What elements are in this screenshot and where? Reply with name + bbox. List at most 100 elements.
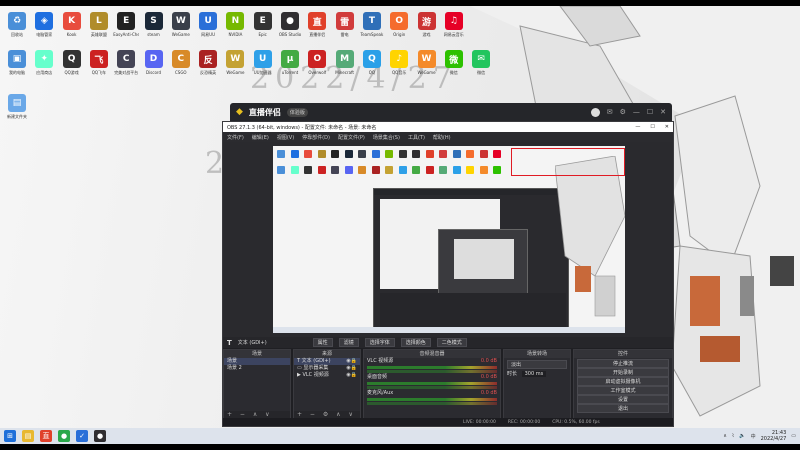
properties-button[interactable]: 属性 — [312, 338, 333, 347]
menu-view[interactable]: 视图(V) — [277, 134, 294, 141]
avatar[interactable] — [590, 107, 600, 117]
preview-icon — [412, 150, 420, 158]
obs-titlebar[interactable]: OBS 27.1.3 (64-bit, windows) - 配置文件: 未命名… — [223, 122, 673, 132]
settings-icon[interactable]: ⚙ — [620, 108, 626, 117]
desktop-icon[interactable]: ✦ 应用商店 — [31, 50, 57, 75]
filters-button[interactable]: 滤镜 — [338, 338, 359, 347]
desktop-icon[interactable]: ▣ 我的电脑 — [4, 50, 30, 75]
desktop-icon[interactable]: T TeamSpeak — [359, 12, 385, 37]
menu-tools[interactable]: 工具(T) — [408, 134, 425, 141]
windows-start-icon[interactable]: ⊞ — [4, 430, 16, 442]
obs-close-button[interactable]: ✕ — [665, 124, 669, 130]
desktop-icon[interactable]: W WeGame — [414, 50, 440, 75]
desktop-icon[interactable]: ▤ 新建文件夹 — [4, 94, 30, 119]
live-helper-header[interactable]: ◆ 直播伴侣 体验版 ✉ ⚙ — ☐ ✕ — [230, 103, 672, 121]
desktop-icon-label: TeamSpeak — [360, 32, 384, 37]
obs-maximize-button[interactable]: ☐ — [650, 124, 654, 130]
close-icon[interactable]: ✕ — [660, 108, 666, 117]
desktop-icon[interactable]: C 完美对战平台 — [113, 50, 139, 75]
maximize-icon[interactable]: ☐ — [647, 108, 653, 117]
desktop-icon[interactable]: 游游戏 — [414, 12, 440, 37]
scene-item[interactable]: 场景 2 — [224, 365, 290, 372]
menu-docks[interactable]: 停靠部件(D) — [302, 134, 330, 141]
volume-slider[interactable] — [367, 386, 497, 389]
stop-streaming-button[interactable]: 停止推流 — [577, 359, 669, 368]
menu-help[interactable]: 帮助(H) — [433, 134, 451, 141]
studio-mode-button[interactable]: 工作室模式 — [577, 386, 669, 395]
settings-button[interactable]: 设置 — [577, 395, 669, 404]
desktop-icon[interactable]: U 网易UU — [195, 12, 221, 37]
green-app-icon[interactable]: ● — [58, 430, 70, 442]
desktop-icon[interactable]: 雷雷电 — [332, 12, 358, 37]
desktop-icon[interactable]: E EasyAnti-Cheat — [113, 12, 139, 37]
desktop-icon[interactable]: 微微信 — [441, 50, 467, 75]
desktop-icon[interactable]: O Overwolf — [304, 50, 330, 75]
obs-title: OBS 27.1.3 (64-bit, windows) - 配置文件: 未命名… — [227, 124, 377, 131]
volume-icon[interactable]: 🔈 — [739, 433, 745, 439]
preview-canvas[interactable] — [273, 146, 625, 333]
check-app-icon[interactable]: ✓ — [76, 430, 88, 442]
source-item[interactable]: T 文本 (GDI+) ◉🔒 — [294, 358, 360, 365]
desktop-icon[interactable]: ◈ 电脑管家 — [31, 12, 57, 37]
desktop-icon-label: 我的电脑 — [9, 70, 25, 75]
clock[interactable]: 21:43 2022/4/27 — [761, 430, 787, 442]
network-icon[interactable]: ⌇ — [732, 433, 734, 439]
desktop-icon[interactable]: ● OBS Studio — [277, 12, 303, 37]
desktop-icon[interactable]: ♪ QQ音乐 — [386, 50, 412, 75]
outline-mode-button[interactable]: 二色模式 — [436, 338, 467, 347]
taskbar-apps: ⊞ ▤ 直 ● ✓ ● — [4, 430, 106, 442]
desktop-icon[interactable]: U UU加速器 — [250, 50, 276, 75]
desktop-icon[interactable]: C CSGO — [168, 50, 194, 75]
desktop-icon[interactable]: Q QQ游戏 — [59, 50, 85, 75]
source-item[interactable]: ▭ 显示器采集 ◉🔒 — [294, 365, 360, 372]
desktop-icon[interactable]: E Epic — [250, 12, 276, 37]
desktop-icon[interactable]: Q QQ — [359, 50, 385, 75]
desktop-icon[interactable]: 反反恐精英 — [195, 50, 221, 75]
desktop-icon-label: 应用商店 — [36, 70, 53, 75]
desktop-icon[interactable]: W WeGame — [222, 50, 248, 75]
volume-slider[interactable] — [367, 370, 497, 373]
desktop-icon[interactable]: ✉ 微信 — [468, 50, 494, 75]
menu-profile[interactable]: 配置文件(P) — [338, 134, 365, 141]
obs-icon[interactable]: ● — [94, 430, 106, 442]
live-helper-icon[interactable]: 直 — [40, 430, 52, 442]
desktop-icon[interactable]: M Minecraft — [332, 50, 358, 75]
select-color-button[interactable]: 选择颜色 — [400, 338, 431, 347]
rec-timer: REC: 00:00:00 — [507, 419, 541, 425]
transitions-dock: 场景转场 淡出 时长 300 ms — [503, 349, 571, 420]
message-icon[interactable]: ✉ — [607, 108, 613, 117]
source-item[interactable]: ▶ VLC 视频源 ◉🔒 — [294, 372, 360, 379]
desktop-icon[interactable]: μ uTorrent — [277, 50, 303, 75]
desktop-icon[interactable]: ♻ 回收站 — [4, 12, 30, 37]
desktop-icon[interactable]: O Origin — [386, 12, 412, 37]
notification-icon[interactable]: ▭ — [791, 433, 796, 439]
source-selection-box[interactable] — [511, 148, 625, 176]
desktop-icon[interactable]: Ssteam — [141, 12, 167, 37]
virtual-camera-button[interactable]: 启动虚拟摄像机 — [577, 377, 669, 386]
desktop-icon[interactable]: N NVIDIA — [222, 12, 248, 37]
menu-file[interactable]: 文件(F) — [227, 134, 244, 141]
desktop-icon[interactable]: 飞 QQ飞车 — [86, 50, 112, 75]
volume-slider[interactable] — [367, 402, 497, 405]
desktop-icon[interactable]: D Discord — [141, 50, 167, 75]
menu-edit[interactable]: 编辑(E) — [252, 134, 269, 141]
obs-minimize-button[interactable]: — — [635, 124, 640, 130]
start-recording-button[interactable]: 开始录制 — [577, 368, 669, 377]
version-badge[interactable]: 体验版 — [286, 107, 308, 117]
select-font-button[interactable]: 选择字体 — [364, 338, 395, 347]
menu-scene-collection[interactable]: 场景集合(S) — [373, 134, 400, 141]
minimize-icon[interactable]: — — [633, 108, 640, 117]
chevron-up-icon[interactable]: ∧ — [723, 433, 727, 439]
exit-button[interactable]: 退出 — [577, 404, 669, 413]
duration-input[interactable]: 300 ms — [521, 371, 547, 377]
desktop-icon[interactable]: K Kook — [59, 12, 85, 37]
transition-select[interactable]: 淡出 — [507, 360, 567, 369]
desktop-icon[interactable]: 直直播伴侣 — [304, 12, 330, 37]
desktop-icon[interactable]: L 英雄联盟 — [86, 12, 112, 37]
scene-item[interactable]: 场景 — [224, 358, 290, 365]
ime-icon[interactable]: 中 — [751, 433, 756, 440]
desktop-icon-label: Overwolf — [308, 70, 327, 75]
desktop-icon[interactable]: ♫ 网易云音乐 — [441, 12, 467, 37]
desktop-icon[interactable]: W WeGame — [168, 12, 194, 37]
file-explorer-icon[interactable]: ▤ — [22, 430, 34, 442]
